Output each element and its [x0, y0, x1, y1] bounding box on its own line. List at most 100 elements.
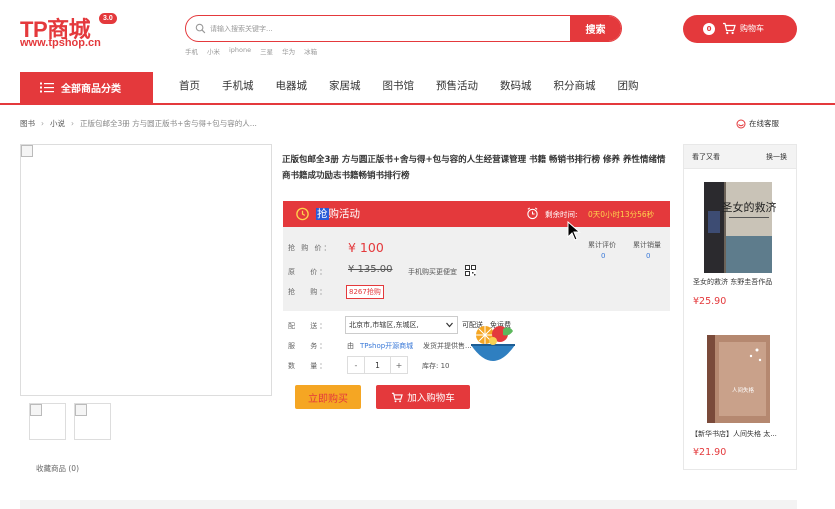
cart-button[interactable]: 0 购物车	[683, 15, 797, 43]
fruit-bowl-icon[interactable]	[467, 321, 519, 374]
service-shop-link[interactable]: TPshop开源商城	[360, 341, 413, 351]
alarm-clock-icon	[296, 207, 309, 221]
product-main-image[interactable]	[20, 144, 272, 396]
nav-divider	[0, 103, 835, 105]
product-thumbnail[interactable]	[29, 403, 66, 440]
quantity-decrease-button[interactable]: -	[347, 356, 365, 374]
broken-image-icon	[30, 404, 42, 416]
hot-word[interactable]: 三星	[260, 46, 273, 56]
chevron-right-icon: ›	[41, 119, 44, 128]
favorite-product-link[interactable]: 收藏商品 (0)	[36, 463, 79, 474]
nav-item-presale[interactable]: 预售活动	[436, 78, 478, 93]
cart-count-badge: 0	[703, 23, 715, 35]
online-service-link[interactable]: 在线客服	[736, 118, 779, 129]
hot-word[interactable]: 华为	[282, 46, 295, 56]
hot-word[interactable]: 小米	[207, 46, 220, 56]
delivery-region-value: 北京市,市辖区,东城区,	[349, 321, 419, 329]
sidebar-item-price: ¥25.90	[693, 296, 727, 307]
mobile-deal-text[interactable]: 手机购买更便宜	[408, 267, 457, 277]
search-button[interactable]: 搜索	[570, 16, 621, 41]
flash-sold-label: 抢 购：	[288, 288, 329, 296]
service-description: 发货并提供售...	[423, 342, 472, 350]
nav-item-points-mall[interactable]: 积分商城	[554, 78, 596, 93]
nav-item-phones[interactable]: 手机城	[222, 78, 254, 93]
service-label: 服 务：	[288, 342, 329, 350]
countdown-value: 0天0小时13分56秒	[588, 210, 655, 219]
sidebar-item-name[interactable]: 【新华书店】人间失格 太...	[691, 429, 777, 439]
logo-version-badge: 3.0	[99, 13, 117, 24]
original-price: ¥ 135.00	[348, 264, 393, 275]
countdown-label: 剩余时间:	[545, 210, 578, 219]
book-cover-title: 人间失格	[732, 386, 755, 394]
reviews-label[interactable]: 累计评价	[588, 240, 616, 250]
delivery-label: 配 送：	[288, 322, 329, 330]
broken-image-icon	[75, 404, 87, 416]
hot-word[interactable]: iphone	[229, 46, 251, 56]
qr-code-icon[interactable]	[465, 265, 476, 276]
shopping-cart-icon	[392, 392, 404, 402]
all-categories-label: 全部商品分类	[61, 84, 121, 95]
product-title: 正版包邮全3册 方与圆正版书+舍与得+包与容的人生经营课管理 书籍 畅销书排行榜…	[282, 155, 666, 181]
hot-search-words: 手机 小米 iphone 三星 华为 冰箱	[185, 46, 317, 56]
quantity-label: 数 量：	[288, 362, 329, 370]
nav-item-group-buy[interactable]: 团购	[618, 78, 639, 93]
headset-icon	[736, 119, 746, 128]
search-bar: 搜索	[185, 15, 622, 42]
search-input[interactable]	[210, 16, 570, 41]
add-to-cart-button[interactable]: 加入购物车	[376, 385, 470, 409]
cart-label: 购物车	[740, 24, 764, 33]
sidebar-header: 看了又看 换一换	[684, 145, 796, 169]
online-service-label: 在线客服	[749, 119, 779, 128]
quantity-input[interactable]: 1	[365, 356, 390, 374]
delivery-region-select[interactable]: 北京市,市辖区,东城区,	[345, 316, 458, 334]
hot-word[interactable]: 手机	[185, 46, 198, 56]
nav-item-home[interactable]: 首页	[179, 78, 200, 93]
nav-item-home-living[interactable]: 家居城	[329, 78, 361, 93]
flash-sold-badge: 8267抢购	[346, 285, 384, 299]
price-panel: 抢 购 价： ¥ 100 原 价： ¥ 135.00 手机购买更便宜 抢 购： …	[283, 227, 670, 311]
chevron-right-icon: ›	[71, 119, 74, 128]
service-by: 由	[347, 342, 354, 350]
chevron-down-icon	[446, 322, 453, 328]
flash-sale-label-rest: 购活动	[328, 208, 361, 220]
nav-item-books[interactable]: 图书馆	[383, 78, 415, 93]
footer-band	[20, 500, 797, 509]
add-to-cart-label: 加入购物车	[407, 393, 455, 404]
product-thumbnail[interactable]	[74, 403, 111, 440]
price-label: 抢 购 价：	[288, 244, 333, 252]
breadcrumb-item-books[interactable]: 图书	[20, 118, 35, 129]
menu-list-icon	[40, 82, 54, 93]
sidebar-title: 看了又看	[692, 153, 720, 161]
book-cover-image[interactable]: 人间失格	[705, 334, 772, 424]
original-price-label: 原 价：	[288, 268, 329, 276]
book-cover-title: 圣女的救济	[722, 200, 777, 214]
quantity-increase-button[interactable]: +	[390, 356, 408, 374]
logo-url[interactable]: www.tpshop.cn	[20, 37, 101, 49]
book-cover-image[interactable]: 圣女的救济	[702, 181, 776, 274]
timer-icon	[527, 207, 538, 220]
flash-sale-bar: 抢购活动 剩余时间: 0天0小时13分56秒	[283, 201, 670, 227]
nav-item-appliances[interactable]: 电器城	[276, 78, 308, 93]
breadcrumb: 图书 › 小说 › 正版包邮全3册 方与圆正版书+舍与得+包与容的人...	[20, 118, 257, 129]
breadcrumb-item-novel[interactable]: 小说	[50, 118, 65, 129]
sidebar-item-price: ¥21.90	[693, 447, 727, 458]
flash-sale-label: 抢购活动	[316, 206, 360, 221]
breadcrumb-item-current: 正版包邮全3册 方与圆正版书+舍与得+包与容的人...	[80, 119, 257, 128]
broken-image-icon	[21, 145, 33, 157]
sales-label: 累计销量	[633, 241, 661, 249]
sidebar-item-name[interactable]: 圣女的救济 东野圭吾作品	[693, 277, 772, 287]
all-categories-button[interactable]: 全部商品分类	[20, 72, 153, 103]
reviews-count[interactable]: 0	[601, 252, 605, 260]
hot-word[interactable]: 冰箱	[304, 46, 317, 56]
refresh-recommendations-link[interactable]: 换一换	[766, 152, 787, 162]
search-icon	[195, 23, 206, 34]
buy-now-button[interactable]: 立即购买	[295, 385, 361, 409]
stock-count: 库存: 10	[422, 362, 450, 370]
shopping-cart-icon	[723, 22, 736, 35]
main-nav: 首页 手机城 电器城 家居城 图书馆 预售活动 数码城 积分商城 团购	[179, 78, 661, 93]
mouse-cursor-icon	[567, 221, 581, 241]
flash-sale-label-selected: 抢	[316, 208, 329, 220]
nav-item-digital[interactable]: 数码城	[500, 78, 532, 93]
sales-count: 0	[646, 252, 651, 260]
flash-price: ¥ 100	[348, 240, 384, 255]
